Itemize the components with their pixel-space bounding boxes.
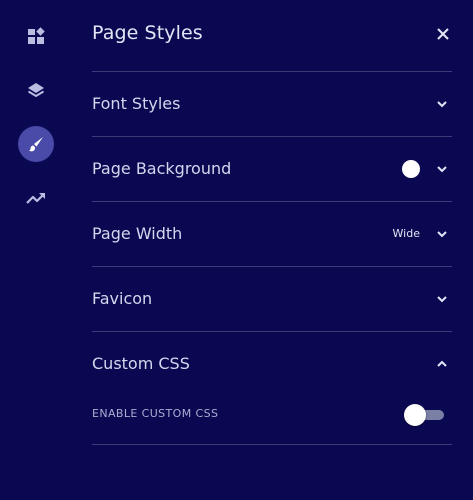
trending-icon — [26, 193, 45, 204]
rail-item-page-styles[interactable] — [18, 126, 54, 162]
chevron-down-icon[interactable] — [436, 294, 448, 304]
chevron-down-icon[interactable] — [436, 99, 448, 109]
section-favicon[interactable]: Favicon — [92, 267, 452, 332]
rail-item-layers[interactable] — [18, 72, 54, 108]
sidebar-rail — [0, 0, 72, 500]
toggle-knob[interactable] — [404, 404, 426, 426]
section-page-background[interactable]: Page Background — [92, 137, 452, 202]
section-label: Page Width — [92, 224, 183, 243]
section-font-styles[interactable]: Font Styles — [92, 72, 452, 137]
background-color-swatch[interactable] — [402, 160, 420, 178]
brush-icon — [29, 137, 43, 152]
page-width-value: Wide — [392, 227, 420, 240]
rail-item-widgets[interactable] — [18, 18, 54, 54]
enable-custom-css-row: ENABLE CUSTOM CSS — [92, 396, 452, 432]
section-label: Favicon — [92, 289, 153, 308]
panel-header: Page Styles — [92, 0, 452, 72]
app-window: Page Styles Font Styles Page Background … — [0, 0, 473, 500]
chevron-up-icon[interactable] — [436, 359, 448, 369]
chevron-down-icon[interactable] — [436, 164, 448, 174]
enable-custom-css-toggle[interactable] — [404, 404, 444, 426]
close-icon[interactable] — [436, 27, 450, 41]
section-custom-css[interactable]: Custom CSS ENABLE CUSTOM CSS — [92, 332, 452, 445]
section-page-width[interactable]: Page Width Wide — [92, 202, 452, 267]
enable-custom-css-label: ENABLE CUSTOM CSS — [92, 407, 219, 420]
section-label: Custom CSS — [92, 354, 190, 373]
section-label: Font Styles — [92, 94, 181, 113]
chevron-down-icon[interactable] — [436, 229, 448, 239]
widgets-icon — [28, 27, 45, 44]
panel-title: Page Styles — [92, 22, 203, 44]
rail-item-analytics[interactable] — [18, 180, 54, 216]
layers-icon — [27, 83, 45, 98]
page-styles-panel: Page Styles Font Styles Page Background … — [92, 0, 452, 445]
section-label: Page Background — [92, 159, 232, 178]
